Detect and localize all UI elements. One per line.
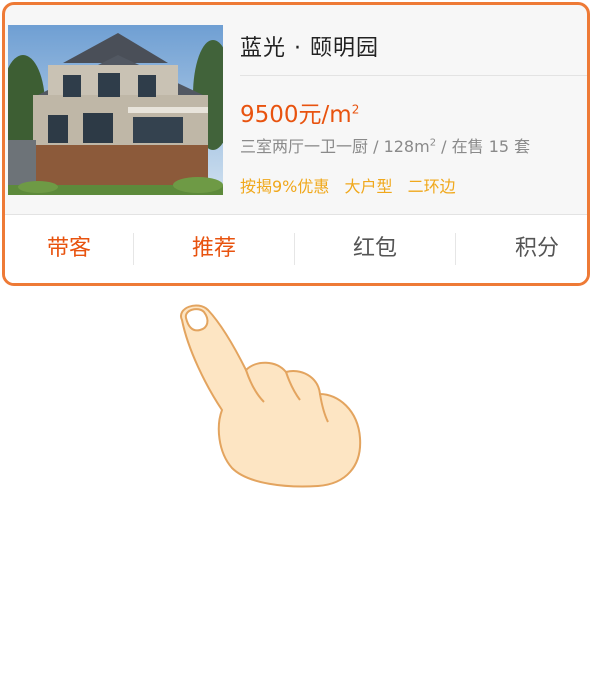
property-price: 9500元/m2: [240, 95, 359, 129]
action-red-packet[interactable]: 红包: [295, 215, 455, 283]
property-title: 蓝光 · 颐明园: [240, 36, 379, 61]
price-unit: m2: [329, 102, 360, 128]
action-bring-client[interactable]: 带客: [5, 215, 133, 283]
action-recommend[interactable]: 推荐: [134, 215, 294, 283]
property-photo: [8, 25, 223, 195]
property-spec: 三室两厅一卫一厨 / 128m2 / 在售 15 套: [240, 137, 531, 156]
title-divider: [240, 75, 587, 76]
tag-location: 二环边: [407, 177, 456, 196]
action-points[interactable]: 积分: [456, 215, 587, 283]
property-card[interactable]: 蓝光 · 颐明园 9500元/m2 三室两厅一卫一厨 / 128m2 / 在售 …: [2, 2, 590, 286]
price-value: 9500元/: [240, 102, 330, 128]
tag-mortgage: 按揭9%优惠: [240, 177, 330, 196]
tag-large-unit: 大户型: [344, 177, 393, 196]
action-bar: 带客 推荐 红包 积分: [5, 215, 587, 283]
finger-tap-icon: [168, 298, 368, 498]
property-tags: 按揭9%优惠 大户型 二环边: [240, 173, 466, 197]
